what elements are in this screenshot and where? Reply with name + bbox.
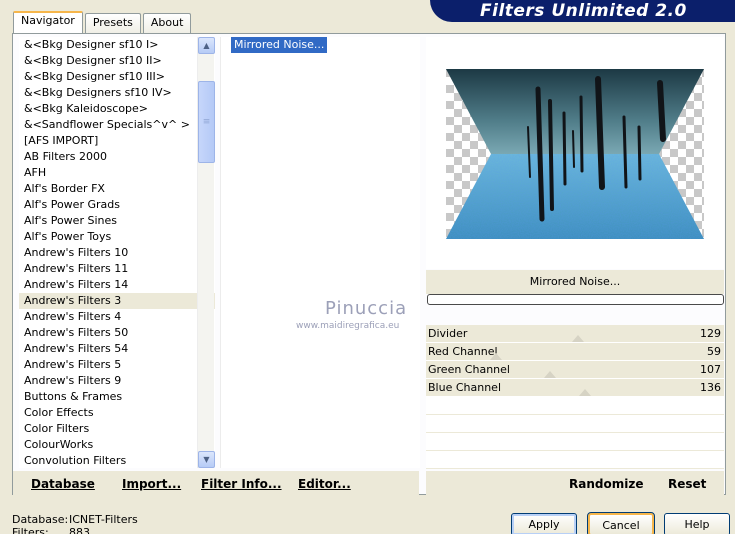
progress-bar (427, 294, 724, 305)
category-item[interactable]: Buttons & Frames (19, 389, 215, 405)
parameter-panel: Divider 129 Red Channel 59 Green Channel… (426, 325, 724, 469)
category-item[interactable]: Alf's Border FX (19, 181, 215, 197)
category-item[interactable]: [AFS IMPORT] (19, 133, 215, 149)
scroll-thumb[interactable]: ≡ (198, 81, 215, 163)
param-label: Green Channel (428, 363, 510, 376)
param-empty-row (426, 451, 724, 469)
database-status-value: ICNET-Filters (69, 513, 138, 526)
category-item[interactable]: AFH (19, 165, 215, 181)
help-button[interactable]: Help (664, 513, 730, 534)
tab-navigator[interactable]: Navigator (13, 11, 83, 34)
category-item[interactable]: Alf's Power Sines (19, 213, 215, 229)
param-red-channel-slider[interactable]: Red Channel 59 (426, 343, 724, 361)
param-value: 129 (700, 327, 721, 340)
category-item[interactable]: Alf's Power Toys (19, 229, 215, 245)
category-item[interactable]: &<Bkg Designers sf10 IV> (19, 85, 215, 101)
category-item[interactable]: Color Effects (19, 405, 215, 421)
watermark-url: www.maidiregrafica.eu (296, 321, 400, 331)
category-list[interactable]: &<Bkg Designer sf10 I> &<Bkg Designer sf1… (19, 37, 215, 468)
slider-thumb-icon[interactable] (490, 353, 502, 360)
category-item[interactable]: Alf's Power Grads (19, 197, 215, 213)
param-label: Red Channel (428, 345, 498, 358)
app-title-banner: Filters Unlimited 2.0 (430, 0, 735, 22)
database-button[interactable]: Database (31, 477, 95, 491)
param-blue-channel-slider[interactable]: Blue Channel 136 (426, 379, 724, 397)
filter-item-mirrored-noise[interactable]: Mirrored Noise... (231, 37, 328, 53)
param-value: 107 (700, 363, 721, 376)
category-item[interactable]: Andrew's Filters 3 (19, 293, 215, 309)
slider-thumb-icon[interactable] (544, 371, 556, 378)
category-item[interactable]: AB Filters 2000 (19, 149, 215, 165)
category-item[interactable]: Andrew's Filters 14 (19, 277, 215, 293)
category-item[interactable]: Andrew's Filters 50 (19, 325, 215, 341)
filters-count-label: Filters: (12, 526, 49, 534)
category-item[interactable]: &<Bkg Designer sf10 II> (19, 53, 215, 69)
param-green-channel-slider[interactable]: Green Channel 107 (426, 361, 724, 379)
preview-image (446, 69, 704, 239)
reset-button[interactable]: Reset (668, 477, 706, 491)
import-button[interactable]: Import... (122, 477, 181, 491)
status-info: Database:ICNET-Filters Filters: 883 (12, 513, 138, 534)
category-item[interactable]: Andrew's Filters 54 (19, 341, 215, 357)
param-label: Divider (428, 327, 468, 340)
param-value: 136 (700, 381, 721, 394)
slider-thumb-icon[interactable] (572, 335, 584, 342)
param-empty-row (426, 397, 724, 415)
tab-bar: Navigator Presets About (13, 11, 193, 34)
category-item[interactable]: Andrew's Filters 10 (19, 245, 215, 261)
category-item[interactable]: &<Bkg Designer sf10 I> (19, 37, 215, 53)
randomize-button[interactable]: Randomize (569, 477, 643, 491)
category-item[interactable]: ColourWorks (19, 437, 215, 453)
navigator-toolbar: Database Import... Filter Info... Editor… (13, 471, 419, 495)
category-item[interactable]: &<Bkg Kaleidoscope> (19, 101, 215, 117)
param-empty-row (426, 433, 724, 451)
cancel-button[interactable]: Cancel (587, 512, 655, 534)
filter-info-button[interactable]: Filter Info... (201, 477, 282, 491)
category-item[interactable]: Andrew's Filters 11 (19, 261, 215, 277)
scroll-up-arrow-icon[interactable]: ▲ (198, 37, 215, 54)
category-item[interactable]: &<Sandflower Specials^v^ > (19, 117, 215, 133)
slider-thumb-icon[interactable] (579, 389, 591, 396)
filters-count-value: 883 (69, 526, 90, 534)
filter-name-label: Mirrored Noise... (426, 270, 724, 294)
param-value: 59 (707, 345, 721, 358)
param-divider-slider[interactable]: Divider 129 (426, 325, 724, 343)
database-status-label: Database: (12, 513, 69, 526)
param-empty-row (426, 415, 724, 433)
apply-button[interactable]: Apply (511, 513, 577, 534)
param-label: Blue Channel (428, 381, 501, 394)
filter-list[interactable]: Mirrored Noise... (220, 37, 420, 468)
tab-presets[interactable]: Presets (84, 13, 141, 33)
category-item[interactable]: Andrew's Filters 9 (19, 373, 215, 389)
editor-button[interactable]: Editor... (298, 477, 351, 491)
tab-about[interactable]: About (142, 13, 192, 33)
watermark-name: Pinuccia (325, 298, 408, 319)
category-scrollbar[interactable]: ▲ ≡ ▼ (197, 37, 215, 468)
category-item[interactable]: Andrew's Filters 4 (19, 309, 215, 325)
category-item[interactable]: Andrew's Filters 5 (19, 357, 215, 373)
category-item[interactable]: &<Bkg Designer sf10 III> (19, 69, 215, 85)
parameter-toolbar: Randomize Reset (426, 471, 724, 495)
category-item[interactable]: Convolution Filters (19, 453, 215, 468)
scroll-down-arrow-icon[interactable]: ▼ (198, 451, 215, 468)
category-item[interactable]: Color Filters (19, 421, 215, 437)
